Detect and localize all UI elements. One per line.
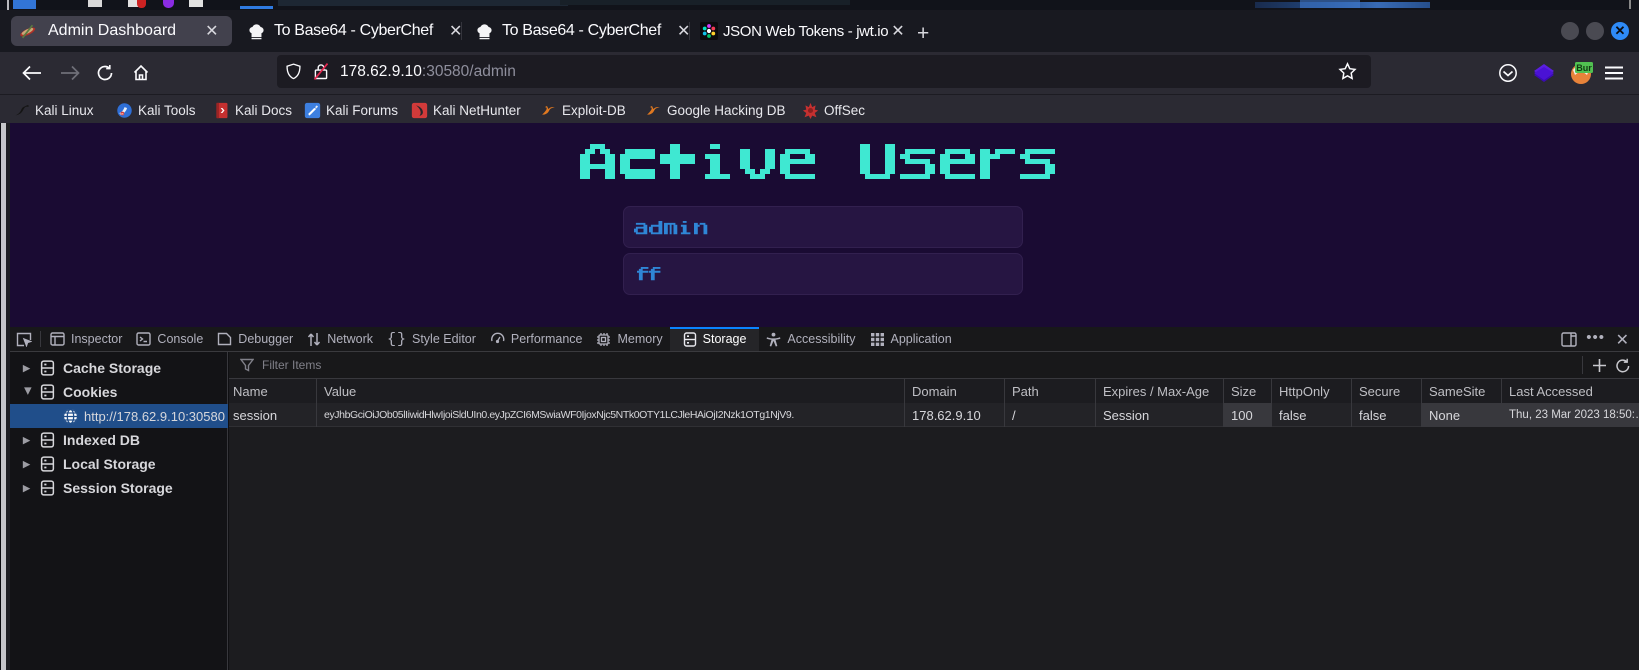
svg-text:Bur: Bur	[1576, 63, 1592, 73]
